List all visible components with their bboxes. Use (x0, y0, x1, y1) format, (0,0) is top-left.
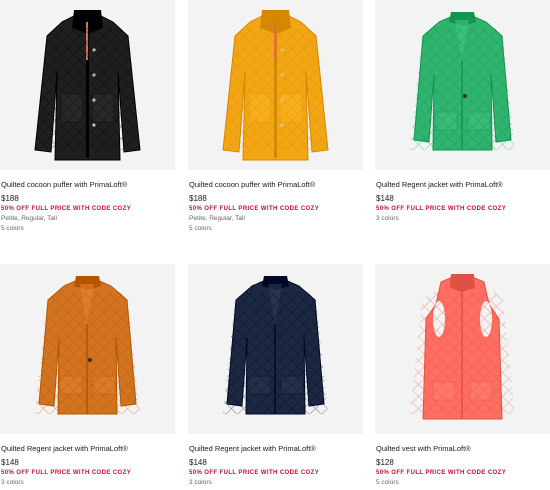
product-name[interactable]: Quilted Regent jacket with PrimaLoft® (189, 444, 316, 453)
product-price: $148 (1, 458, 19, 467)
product-name[interactable]: Quilted cocoon puffer with PrimaLoft® (189, 180, 315, 189)
product-image[interactable] (188, 0, 363, 170)
product-image[interactable] (0, 264, 175, 434)
promo-text: 50% OFF FULL PRICE WITH CODE COZY (189, 470, 320, 476)
jacket-image (35, 276, 140, 415)
color-count[interactable]: 3 colors (1, 479, 24, 486)
product-image[interactable] (0, 0, 175, 170)
coat-image (34, 10, 141, 161)
product-price: $148 (189, 458, 207, 467)
product-image[interactable] (375, 0, 550, 170)
color-count[interactable]: 3 colors (189, 479, 212, 486)
color-count[interactable]: 5 colors (376, 479, 399, 486)
jacket-image (410, 12, 515, 151)
jacket-image (223, 276, 328, 415)
product-price: $188 (1, 194, 19, 203)
promo-text: 50% OFF FULL PRICE WITH CODE COZY (1, 470, 132, 476)
promo-text: 50% OFF FULL PRICE WITH CODE COZY (376, 206, 507, 212)
coat-image (222, 10, 329, 161)
product-card[interactable]: Quilted cocoon puffer with PrimaLoft® $1… (0, 0, 175, 240)
product-card[interactable]: Quilted Regent jacket with PrimaLoft® $1… (188, 264, 363, 490)
product-image[interactable] (188, 264, 363, 434)
product-name[interactable]: Quilted vest with PrimaLoft® (376, 444, 471, 453)
product-price: $128 (376, 458, 394, 467)
vest-image (410, 274, 515, 420)
promo-text: 50% OFF FULL PRICE WITH CODE COZY (376, 470, 507, 476)
product-card[interactable]: Quilted Regent jacket with PrimaLoft® $1… (0, 264, 175, 490)
promo-text: 50% OFF FULL PRICE WITH CODE COZY (189, 206, 320, 212)
product-card[interactable]: Quilted Regent jacket with PrimaLoft® $1… (375, 0, 550, 240)
size-options[interactable]: Petite, Regular, Tall (1, 215, 57, 222)
product-card[interactable]: Quilted cocoon puffer with PrimaLoft® $1… (188, 0, 363, 240)
color-count[interactable]: 5 colors (189, 225, 212, 232)
product-name[interactable]: Quilted Regent jacket with PrimaLoft® (376, 180, 503, 189)
promo-text: 50% OFF FULL PRICE WITH CODE COZY (1, 206, 132, 212)
color-count[interactable]: 3 colors (376, 215, 399, 222)
product-name[interactable]: Quilted cocoon puffer with PrimaLoft® (1, 180, 127, 189)
product-image[interactable] (375, 264, 550, 434)
size-options[interactable]: Petite, Regular, Tall (189, 215, 245, 222)
product-price: $188 (189, 194, 207, 203)
color-count[interactable]: 5 colors (1, 225, 24, 232)
product-price: $148 (376, 194, 394, 203)
product-name[interactable]: Quilted Regent jacket with PrimaLoft® (1, 444, 128, 453)
product-card[interactable]: Quilted vest with PrimaLoft® $128 50% OF… (375, 264, 550, 490)
